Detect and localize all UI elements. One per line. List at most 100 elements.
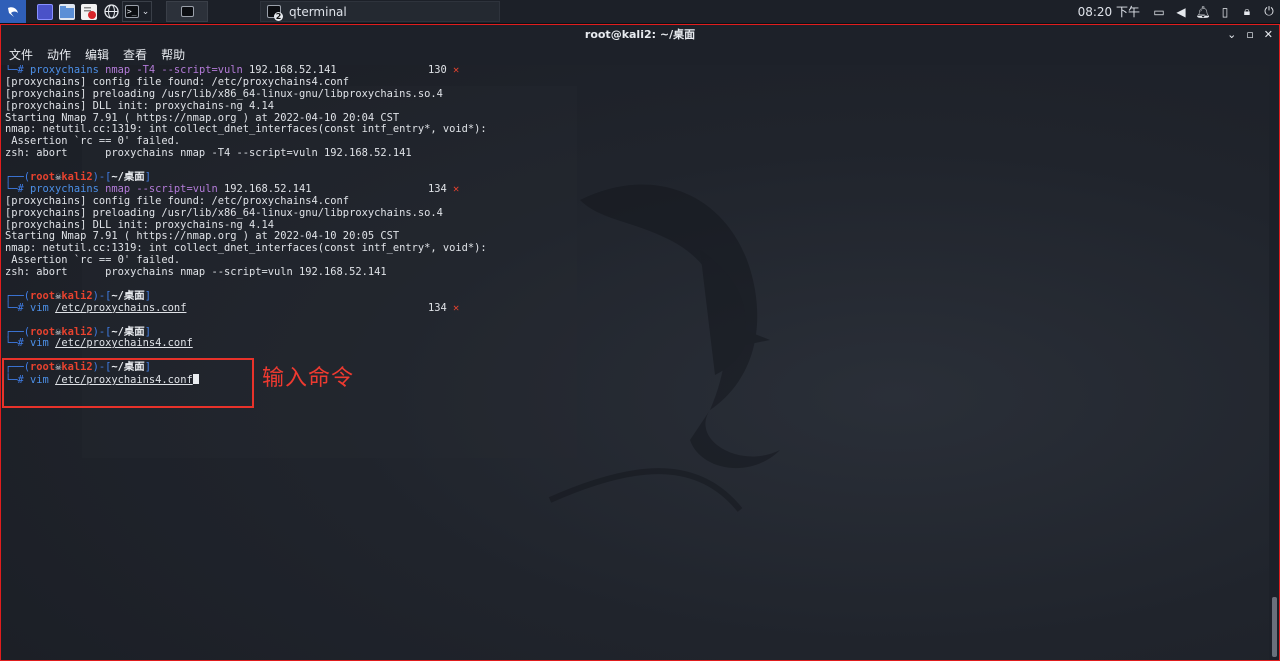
menu-edit[interactable]: 编辑 (77, 46, 115, 63)
close-button[interactable]: ✕ (1264, 28, 1273, 41)
file-manager-button[interactable] (56, 0, 78, 23)
battery-button[interactable]: ▯ (1214, 0, 1236, 23)
desktop-icon (37, 3, 53, 20)
command-name: vim (30, 337, 49, 350)
terminal-scrollbar[interactable] (1269, 65, 1279, 660)
terminal-line: nmap: netutil.cc:1319: int collect_dnet_… (1, 124, 1269, 136)
exit-code: 134 (428, 182, 447, 195)
command-target: 192.168.52.141 (242, 65, 337, 76)
battery-icon: ▯ (1221, 4, 1229, 19)
web-browser-button[interactable] (100, 0, 122, 23)
output-text: Starting Nmap 7.91 ( https://nmap.org ) … (5, 230, 400, 243)
text-editor-button[interactable] (78, 0, 100, 23)
annotation-label: 输入命令 (262, 366, 355, 391)
prompt-dir: ~/桌面 (111, 325, 145, 338)
annotation-highlight-box (2, 358, 254, 408)
text-editor-icon (81, 3, 97, 20)
output-text: [proxychains] DLL init: proxychains-ng 4… (5, 218, 274, 231)
command-name: vim (30, 301, 49, 314)
task-count-badge: 2 (274, 12, 283, 21)
prompt-dir: ~/桌面 (111, 289, 145, 302)
power-button[interactable]: ⏻ (1258, 0, 1280, 23)
prompt-frame: )-[ (92, 171, 112, 184)
notification-bell-icon: 🔔︎ (1195, 4, 1211, 19)
terminal-launcher-button[interactable]: >_ ⌄ (122, 1, 152, 22)
taskbar-item-qterminal[interactable]: 2 qterminal (260, 1, 500, 22)
terminal-icon: 2 (267, 5, 283, 21)
show-desktop-button[interactable] (34, 0, 56, 23)
window-controls: ⌄ ▫ ✕ (1227, 25, 1273, 43)
taskbar-item-label: qterminal (289, 4, 347, 19)
output-text: [proxychains] preloading /usr/lib/x86_64… (5, 87, 443, 100)
prompt-hash: └─# (5, 65, 31, 76)
prompt-user: root (30, 289, 56, 302)
window-titlebar[interactable]: root@kali2: ~/桌面 (1, 25, 1279, 43)
web-browser-icon (103, 4, 119, 20)
prompt-hash: └─# (5, 337, 31, 350)
exit-status: 134 ✕ (428, 182, 459, 196)
terminal-line: └─# vim /etc/proxychains.conf 134 ✕ (1, 301, 1269, 315)
command-name: proxychains (30, 182, 99, 195)
command-path: /etc/proxychains4.conf (55, 337, 193, 350)
menu-actions[interactable]: 动作 (39, 46, 77, 63)
prompt-frame: )-[ (92, 289, 112, 302)
output-text: zsh: abort proxychains nmap --script=vul… (5, 266, 387, 279)
top-panel: >_ ⌄ 2 qterminal 08:20 下午 ▭ ◀ 🔔︎ ▯ 🔒︎ ⏻ (0, 0, 1280, 24)
output-text: zsh: abort proxychains nmap -T4 --script… (5, 147, 412, 160)
menu-file[interactable]: 文件 (1, 46, 39, 63)
menu-view[interactable]: 查看 (115, 46, 153, 63)
volume-icon: ◀ (1176, 4, 1186, 19)
prompt-host: kali2 (61, 325, 93, 338)
output-text: [proxychains] DLL init: proxychains-ng 4… (5, 99, 274, 112)
minimize-button[interactable]: ⌄ (1227, 28, 1236, 41)
prompt-frame: )-[ (92, 325, 112, 338)
prompt-hash: └─# (5, 301, 31, 314)
command-target: 192.168.52.141 (217, 182, 312, 195)
lock-screen-button[interactable]: 🔒︎ (1236, 0, 1258, 23)
scrollbar-thumb[interactable] (1272, 597, 1277, 657)
prompt-hash: └─# (5, 182, 31, 195)
lock-icon: 🔒︎ (1243, 4, 1251, 18)
terminal-line: zsh: abort proxychains nmap -T4 --script… (1, 147, 1269, 160)
terminal-window: root@kali2: ~/桌面 ⌄ ▫ ✕ 文件 动作 编辑 查看 帮助 └─… (0, 24, 1280, 661)
kali-menu-icon (5, 4, 21, 20)
exit-status: 134 ✕ (428, 301, 459, 315)
desktop: >_ ⌄ 2 qterminal 08:20 下午 ▭ ◀ 🔔︎ ▯ 🔒︎ ⏻ … (0, 0, 1280, 661)
display-button[interactable]: ▭ (1148, 0, 1170, 23)
prompt-host: kali2 (61, 289, 93, 302)
clock[interactable]: 08:20 下午 (1078, 3, 1140, 20)
terminal-icon: >_ (124, 5, 139, 18)
terminal-line: └─# vim /etc/proxychains4.conf (1, 338, 1269, 350)
output-text: Assertion `rc == 0' failed. (5, 254, 181, 267)
terminal-line: ┌──(root☠kali2)-[~/桌面] (1, 289, 1269, 303)
command-path: /etc/proxychains.conf (55, 301, 187, 314)
output-text: [proxychains] preloading /usr/lib/x86_64… (5, 206, 443, 219)
prompt-frame: ] (144, 171, 151, 184)
folder-icon (59, 3, 75, 20)
power-icon: ⏻ (1264, 4, 1274, 18)
command-args: nmap --script=vuln (98, 182, 218, 195)
exit-code: 134 (428, 301, 447, 314)
workspace-switcher[interactable] (166, 1, 208, 22)
output-text: Starting Nmap 7.91 ( https://nmap.org ) … (5, 111, 400, 124)
exit-status: 130 ✕ (428, 65, 459, 77)
terminal-line: nmap: netutil.cc:1319: int collect_dnet_… (1, 242, 1269, 255)
menu-help[interactable]: 帮助 (153, 46, 191, 63)
output-text: Assertion `rc == 0' failed. (5, 135, 181, 148)
kali-menu-button[interactable] (0, 0, 26, 23)
prompt-frame: ] (144, 289, 151, 302)
maximize-button[interactable]: ▫ (1246, 28, 1253, 41)
window-title: root@kali2: ~/桌面 (584, 28, 696, 41)
prompt-frame: ┌──( (5, 325, 31, 338)
prompt-host: kali2 (61, 171, 93, 184)
notifications-button[interactable]: 🔔︎ (1192, 0, 1214, 23)
workspace-terminal-icon (180, 6, 194, 17)
prompt-user: root (30, 171, 56, 184)
exit-code: 130 (428, 65, 447, 76)
volume-button[interactable]: ◀ (1170, 0, 1192, 23)
command-args: nmap -T4 --script=vuln (98, 65, 243, 76)
menu-bar: 文件 动作 编辑 查看 帮助 (1, 43, 1279, 65)
system-tray: 08:20 下午 ▭ ◀ 🔔︎ ▯ 🔒︎ ⏻ (1078, 0, 1280, 23)
